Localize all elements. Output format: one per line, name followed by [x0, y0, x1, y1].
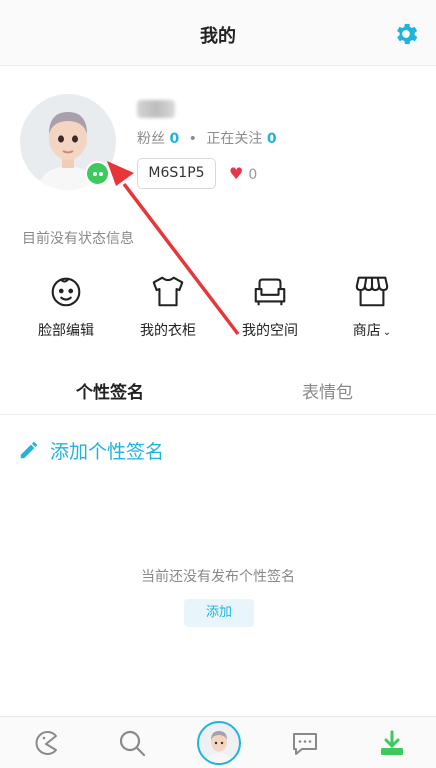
status-message[interactable]: 目前没有状态信息 [22, 228, 134, 248]
pacman-icon[interactable] [31, 728, 61, 758]
tab-stickers[interactable]: 表情包 [302, 378, 353, 403]
add-button[interactable]: 添加 [184, 599, 254, 627]
fans-count[interactable]: 0 [169, 131, 179, 147]
face-edit-label: 脸部编辑 [38, 323, 94, 339]
username-blurred [137, 100, 175, 118]
follow-stats: 粉丝 0 • 正在关注 0 [137, 128, 277, 148]
top-bar: 我的 [0, 0, 436, 66]
bottom-nav [0, 716, 436, 768]
store-button[interactable]: 商店 ⌄ [317, 272, 427, 340]
user-id-box[interactable]: M6S1P5 [137, 158, 216, 189]
store-label-row: 商店 ⌄ [317, 320, 427, 340]
my-space-button[interactable]: 我的空间 [215, 272, 325, 340]
search-icon[interactable] [117, 728, 147, 758]
pencil-icon [20, 441, 38, 459]
gear-icon[interactable] [392, 20, 420, 48]
likes-count: 0 [248, 167, 258, 183]
arrow-head [107, 161, 134, 186]
chevron-down-icon: ⌄ [382, 327, 392, 338]
shirt-icon [152, 276, 184, 307]
page-title: 我的 [200, 26, 236, 47]
tab-signature[interactable]: 个性签名 [76, 378, 144, 403]
avatar-icon [206, 731, 232, 763]
store-label: 商店 [352, 323, 381, 339]
stats-separator: • [188, 131, 197, 147]
wardrobe-label: 我的衣柜 [140, 323, 196, 339]
fans-label: 粉丝 [137, 131, 165, 147]
heart-icon: ♥ [229, 164, 244, 183]
tabs-divider [0, 414, 436, 415]
add-signature-button[interactable]: 添加个性签名 [18, 437, 164, 464]
my-space-label: 我的空间 [242, 323, 298, 339]
following-label: 正在关注 [206, 131, 263, 147]
wardrobe-button[interactable]: 我的衣柜 [113, 272, 223, 340]
empty-state-text: 当前还没有发布个性签名 [141, 569, 295, 585]
download-icon[interactable] [377, 728, 407, 758]
face-edit-button[interactable]: 脸部编辑 [11, 272, 121, 340]
chat-icon[interactable] [290, 728, 320, 758]
more-options-badge[interactable] [85, 161, 110, 186]
sofa-icon [254, 278, 286, 306]
add-signature-label: 添加个性签名 [50, 441, 165, 463]
store-icon [355, 276, 389, 307]
face-icon [51, 277, 81, 307]
likes: ♥ 0 [229, 164, 257, 183]
following-count[interactable]: 0 [267, 131, 277, 147]
nav-avatar-button[interactable] [197, 721, 241, 765]
